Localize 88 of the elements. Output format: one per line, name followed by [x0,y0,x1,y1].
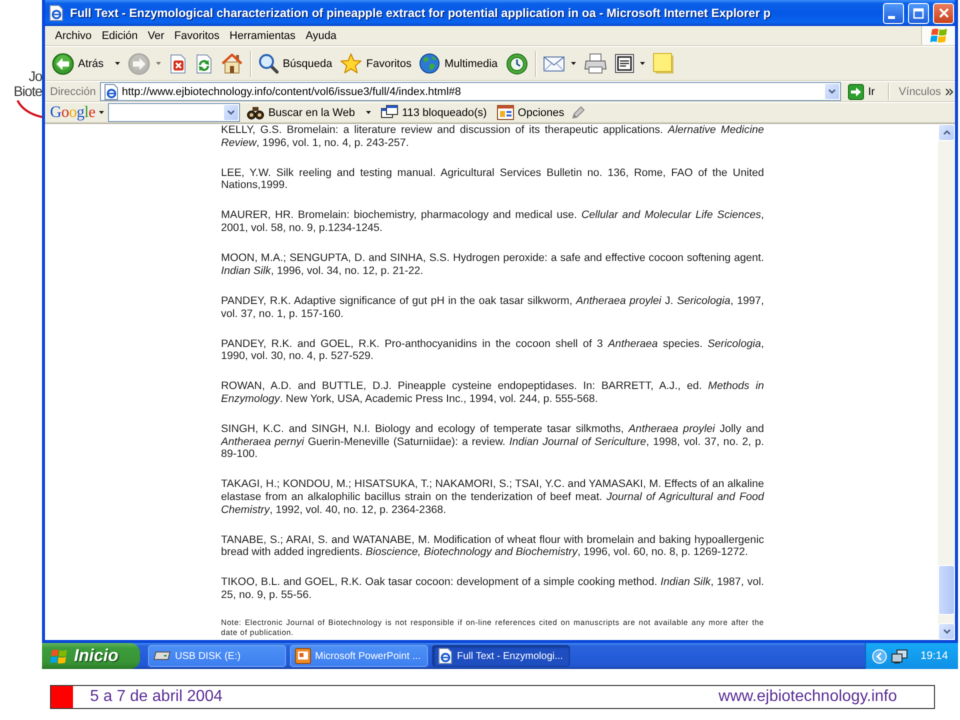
menu-item[interactable]: Ayuda [300,30,342,42]
caret-icon [570,62,576,65]
reference-entry: TAKAGI, H.; KONDOU, M.; HISATSUKA, T.; NAKAMORI, S.; TSAI, Y.C. and YAMASAKI, M. Effects of an alkaline elastase from an alkalophilic bacillus strain on the tenderization of beef meat. Journal of Agricultural and Food Chemistry, 1992, vol. 40, no. 12, p. 2364-2368. [221,478,764,516]
circular-arrows-icon [194,54,213,74]
double-chevron-icon[interactable] [945,88,953,96]
reference-entry: ROWAN, A.D. and BUTTLE, D.J. Pineapple cysteine endopeptidases. In: BARRETT, A.J., ed. Methods in Enzymology. New York, USA, Academic Press Inc., 1994, vol. 244, p. 555-568. [221,380,764,406]
page-icon [102,84,119,100]
reference-entry: MOON, M.A.; SENGUPTA, D. and SINHA, S.S. Hydrogen peroxide: a safe and effective cocoon softening agent. Indian Silk, 1996, vol. 34, no. 12, p. 21-22. [221,252,764,278]
dropdown-button[interactable] [223,104,240,121]
logo-text: Biote [14,84,42,99]
close-button[interactable] [933,2,954,24]
envelope-icon [542,55,565,72]
back-button[interactable]: Atrás [49,48,123,78]
links-label: Vínculos [898,86,941,98]
taskbar-button[interactable]: Full Text - Enzymologi... [432,645,570,667]
window-title: Full Text - Enzymological characterization of pineapple extract for potential application in oa - Microsoft Internet Explorer p [70,6,772,20]
go-button[interactable]: Ir [845,82,878,101]
minimize-button[interactable] [883,2,904,24]
options-button[interactable]: Opciones [494,103,568,122]
scroll-up-button[interactable] [938,124,955,141]
taskbar-button[interactable]: USB DISK (E:) [148,645,286,667]
monitors-icon[interactable] [891,648,908,664]
pencil-icon[interactable] [571,105,586,120]
page-icon [437,648,453,664]
caret-icon [99,111,104,114]
menu-item[interactable]: Archivo [50,30,97,42]
down-chevron-icon [227,110,236,115]
chevron-circle-icon[interactable] [872,648,888,664]
menu-item[interactable]: Ver [142,30,170,42]
drive-icon [153,651,171,661]
caret-icon [366,111,371,114]
swoosh-icon [16,99,42,119]
dropdown-button[interactable] [824,83,840,100]
window-icon [496,105,514,120]
minimize-icon [888,16,895,18]
menu-item[interactable]: Favoritos [169,30,225,42]
address-label: Dirección [50,86,96,98]
windows-stack-icon [380,105,398,120]
down-chevron-icon [942,629,950,634]
start-button[interactable]: Inicio [42,643,140,669]
date-text: 5 a 7 de abril 2004 [90,688,223,706]
flag-icon [930,27,948,44]
menu-item[interactable]: Edición [96,30,143,42]
google-logo[interactable]: Google [50,104,96,122]
url-text: www.ejbiotechnology.info [718,688,897,706]
scrollbar-thumb[interactable] [938,565,955,615]
scroll-down-button[interactable] [938,623,955,640]
reference-entry: TANABE, S.; ARAI, S. and WATANABE, M. Modification of wheat flour with bromelain and baking hypoallergenic bread with added ingredients. Bioscience, Biotechnology and Biochemistry, 1996, vol. 60, no. 8, p. 1269-1272. [221,534,764,560]
search-field[interactable] [108,103,240,122]
down-chevron-icon [828,89,836,94]
caret-icon [640,62,645,65]
popup-blocker-button[interactable]: 113 bloqueado(s) [378,103,490,122]
star-icon [340,53,362,74]
reference-entry: SINGH, K.C. and SINGH, N.I. Biology and ecology of temperate tasar silkmoths, Antheraea proylei Jolly and Antheraea pernyi Guerin-Meneville (Saturniidae): a review. Indian Journal of Sericulture, 1998, vol. 37, no. 2, p. 89-100. [221,422,764,462]
up-chevron-icon [942,130,950,135]
menu-item[interactable]: Herramientas [224,30,301,42]
reference-entry: LEE, Y.W. Silk reeling and testing manual. Agricultural Services Bulletin no. 136, Rome, FAO of the United Nations,1999. [221,166,764,192]
house-icon [220,53,243,74]
globe-icon [419,53,440,74]
reference-entry: TIKOO, B.L. and GOEL, R.K. Oak tasar cocoon: development of a simple cooking method. Indian Silk, 1987, vol. 25, no. 9, p. 55-56. [221,576,764,602]
close-icon [938,8,948,18]
flag-icon [50,648,68,664]
printer-icon [584,53,607,74]
reference-entry: PANDEY, R.K. and GOEL, R.K. Pro-anthocyanidins in the cocoon shell of 3 Antheraea species. Sericologia, 1990, vol. 30, no. 4, p. 527-529. [221,338,764,363]
web-search-button[interactable]: Buscar en la Web [244,103,374,122]
binoculars-icon [247,105,264,120]
caret-icon [156,62,161,65]
reference-entry: PANDEY, R.K. Adaptive significance of gut pH in the oak tasar silkworm, Antheraea proylei J. Sericologia, 1997, vol. 37, no. 1, p. 157-160. [221,294,764,320]
logo-text: Jo [28,69,42,84]
reference-entry: MAURER, HR. Bromelain: biochemistry, pharmacology and medical use. Cellular and Molecular Life Sciences, 2001, vol. 58, no. 9, p.1234-1245. [221,209,764,235]
search-icon [258,53,279,74]
maximize-icon [913,8,924,18]
page-icon [48,5,64,21]
slides-icon [295,648,311,664]
clock-icon [506,52,528,74]
clock-text: 19:14 [920,650,948,662]
document-icon [614,54,634,73]
taskbar-button[interactable]: Microsoft PowerPoint ... [290,645,428,667]
maximize-button[interactable] [908,2,929,24]
address-field[interactable]: http://www.ejbiotechnology.info/content/vol6/issue3/full/4/index.html#8 [100,82,842,101]
note-icon [652,53,674,74]
favorites-button[interactable]: Favoritos [337,48,414,78]
media-button[interactable]: Multimedia [416,48,501,78]
search-button[interactable]: Búsqueda [254,48,336,78]
square-marker [51,686,73,708]
reference-entry: KELLY, G.S. Bromelain: a literature review and discussion of its therapeutic applications. Alernative Medicine Review, 1996, vol. 1, no. 4, p. 243-257. [221,124,764,150]
caret-icon [114,62,120,65]
cross-page-icon [168,54,187,74]
